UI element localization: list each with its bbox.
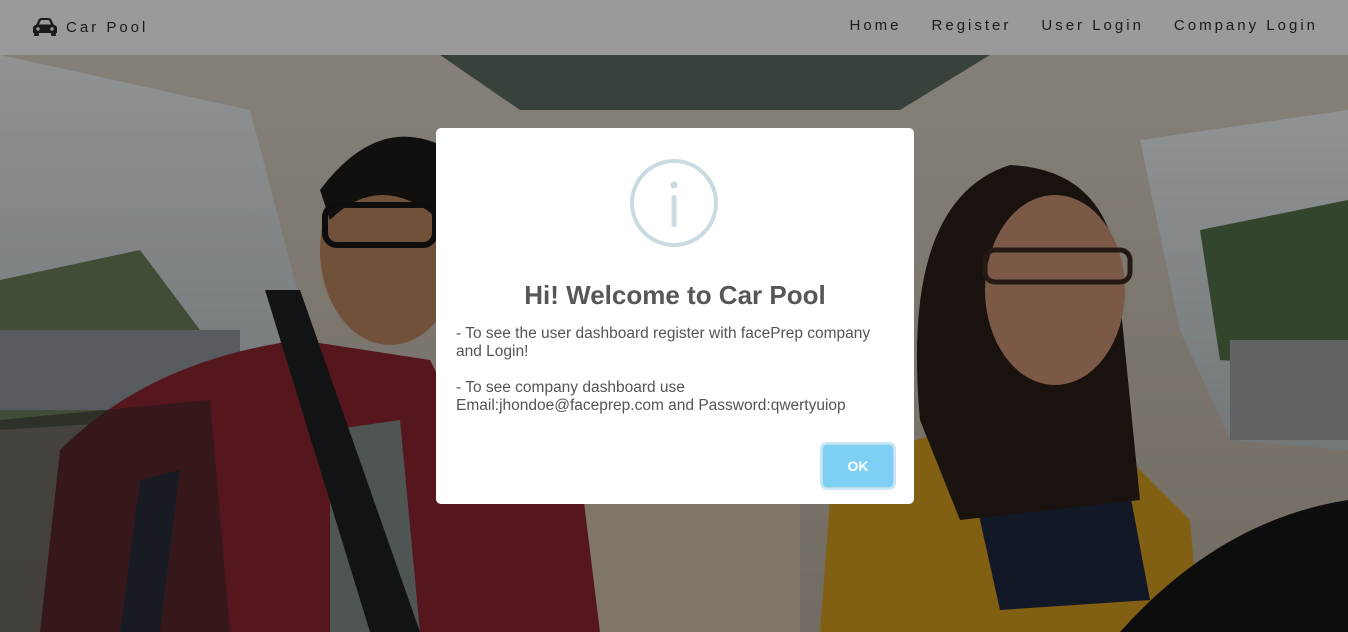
nav-link-register[interactable]: Register xyxy=(932,17,1012,34)
nav-link-user-login[interactable]: User Login xyxy=(1041,17,1144,34)
nav-link-home[interactable]: Home xyxy=(850,17,902,34)
ok-button[interactable]: OK xyxy=(822,444,894,488)
modal-message-line-user: - To see the user dashboard register wit… xyxy=(456,325,871,360)
info-circle-icon xyxy=(630,159,718,247)
brand[interactable]: Car Pool xyxy=(32,14,148,40)
nav-link-company-login[interactable]: Company Login xyxy=(1174,17,1318,34)
top-navbar: Car Pool Home Register User Login Compan… xyxy=(0,0,1348,55)
welcome-modal: Hi! Welcome to Car Pool - To see the use… xyxy=(436,128,914,504)
brand-name: Car Pool xyxy=(66,18,149,36)
modal-title: Hi! Welcome to Car Pool xyxy=(524,280,826,310)
page: Car Pool Home Register User Login Compan… xyxy=(0,0,1348,632)
nav-links: Home Register User Login Company Login xyxy=(820,14,1319,36)
modal-message-line-company: - To see company dashboard use Email:jho… xyxy=(456,379,846,414)
car-icon xyxy=(32,17,58,37)
modal-message: - To see the user dashboard register wit… xyxy=(456,325,896,415)
